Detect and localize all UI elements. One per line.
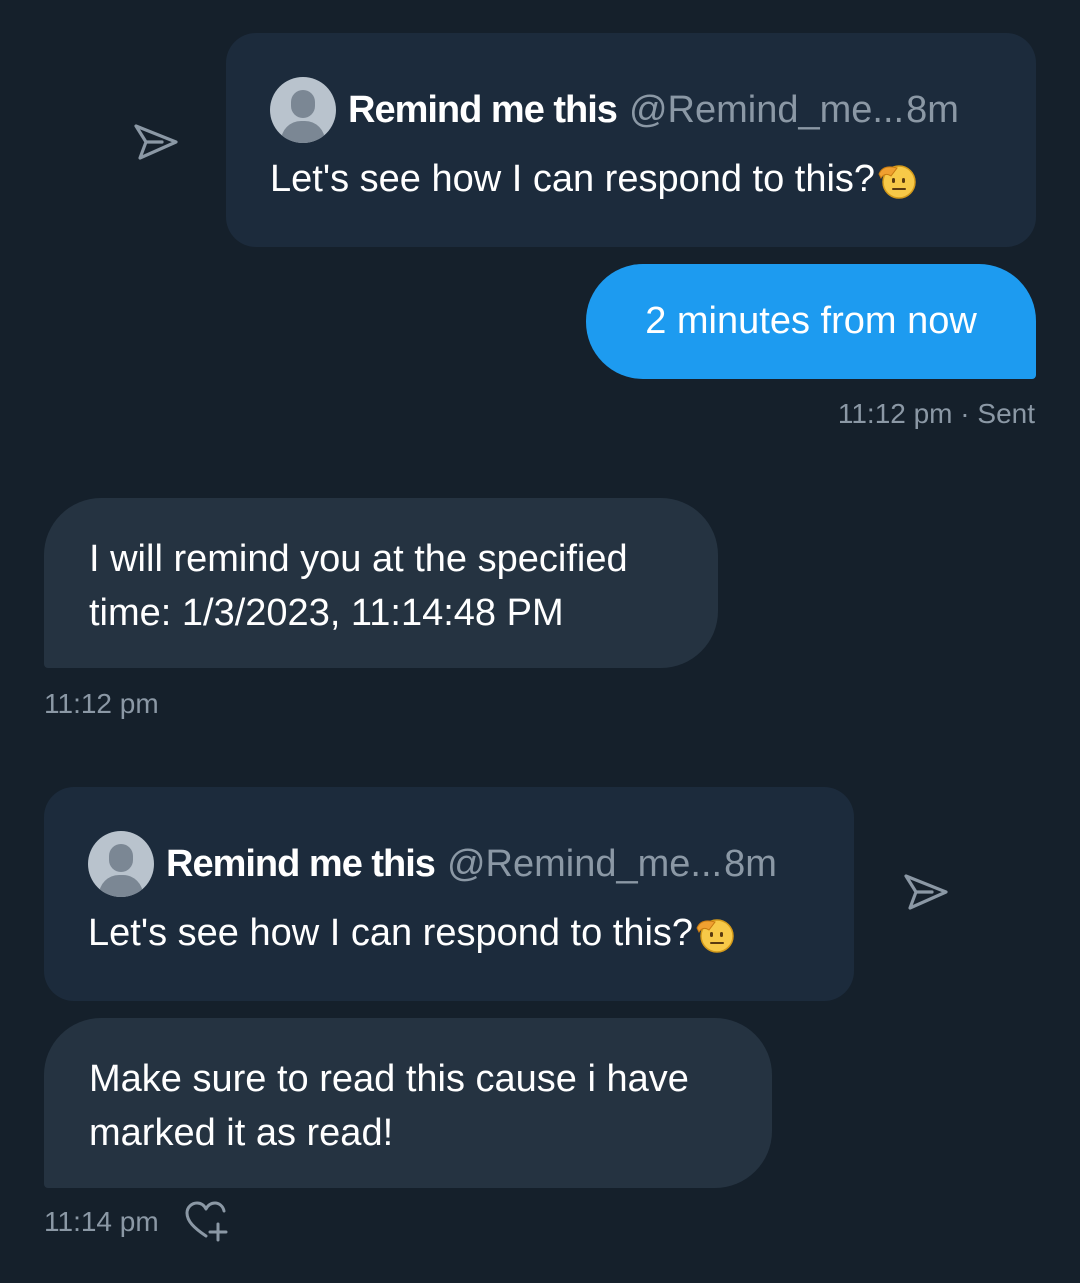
received-message-bubble[interactable]: I will remind you at the specified time:… (44, 498, 718, 668)
share-arrow-icon[interactable] (132, 120, 180, 168)
saluting-face-icon (695, 914, 735, 954)
quoted-tweet-age: 8m (724, 842, 777, 885)
share-arrow-icon[interactable] (902, 870, 950, 918)
quoted-author-handle: @Remind_me... (628, 88, 905, 131)
quoted-tweet-card[interactable]: Remind me this @Remind_me... 8m Let's se… (44, 787, 854, 1001)
message-text-line: time: 1/3/2023, 11:14:48 PM (89, 592, 564, 634)
quoted-tweet-card[interactable]: Remind me this @Remind_me... 8m Let's se… (226, 33, 1036, 247)
add-reaction-heart-icon[interactable] (184, 1200, 230, 1242)
quoted-tweet-text-row: Let's see how I can respond to this? (88, 912, 735, 955)
quoted-tweet-header: Remind me this @Remind_me... 8m (270, 77, 959, 143)
message-text-line: I will remind you at the specified (89, 538, 628, 580)
quoted-author-name: Remind me this (348, 88, 618, 131)
quoted-tweet-age: 8m (906, 88, 959, 131)
sent-message-bubble[interactable]: 2 minutes from now (586, 264, 1036, 379)
message-text: 2 minutes from now (645, 300, 977, 342)
quoted-author-name: Remind me this (166, 842, 436, 885)
avatar (270, 77, 336, 143)
message-timestamp: 11:14 pm (44, 1206, 159, 1237)
message-text-line: marked it as read! (89, 1112, 394, 1154)
quoted-tweet-text-row: Let's see how I can respond to this? (270, 158, 917, 201)
quoted-tweet-text: Let's see how I can respond to this? (270, 158, 876, 200)
saluting-face-icon (877, 160, 917, 200)
quoted-author-handle: @Remind_me... (446, 842, 723, 885)
message-timestamp: 11:12 pm (44, 688, 159, 719)
quoted-tweet-text: Let's see how I can respond to this? (88, 912, 694, 954)
message-timestamp: 11:12 pm · Sent (837, 398, 1035, 429)
avatar (88, 831, 154, 897)
received-message-bubble[interactable]: Make sure to read this cause i have mark… (44, 1018, 772, 1188)
message-text-line: Make sure to read this cause i have (89, 1058, 689, 1100)
quoted-tweet-header: Remind me this @Remind_me... 8m (88, 831, 777, 897)
